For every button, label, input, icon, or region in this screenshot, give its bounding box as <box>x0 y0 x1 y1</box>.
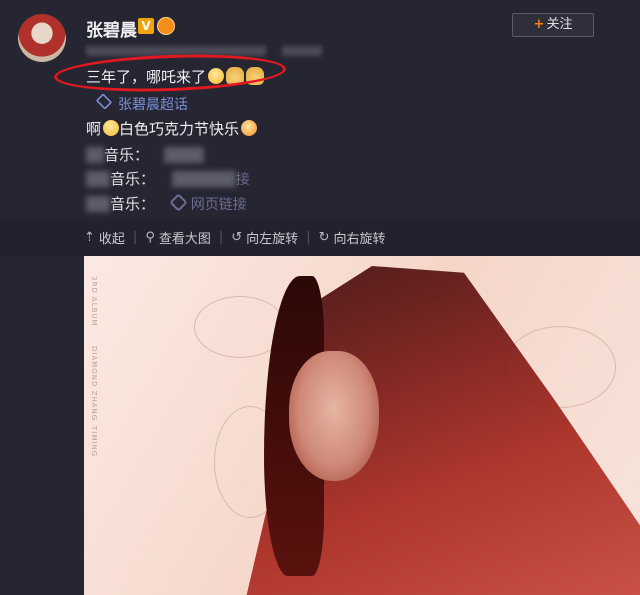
music-link[interactable]: 网页链接 <box>169 193 247 213</box>
arrow-up-icon: ⇡ <box>84 230 95 245</box>
rotate-right-label: 向右旋转 <box>333 232 386 247</box>
toolbar-divider: | <box>218 230 224 245</box>
album-side-text: DIAMOND ZHANG <box>90 346 98 422</box>
super-topic-icon <box>95 93 113 110</box>
view-large-button[interactable]: ⚲ 查看大图 <box>145 228 211 247</box>
music-link-text: 网页链接 <box>190 197 247 213</box>
topic-link[interactable]: 张碧晨超话 <box>95 93 188 114</box>
album-side-text: 3RD ALBUM <box>90 276 98 327</box>
smiling-emoji-icon <box>103 120 120 136</box>
music-label: 音乐： <box>104 146 150 164</box>
magnifier-icon: ⚲ <box>145 230 155 245</box>
blurred-platform-name <box>86 147 104 163</box>
blurred-platform-name <box>86 171 110 187</box>
rotate-right-icon: ↻ <box>318 230 330 245</box>
follow-button[interactable]: + 关注 <box>512 13 594 37</box>
vip-badge-icon <box>157 17 175 35</box>
follow-label: 关注 <box>546 17 573 32</box>
topic-label: 张碧晨超话 <box>118 97 188 113</box>
post-line-2: 啊白色巧克力节快乐 <box>86 118 258 139</box>
highlight-ellipse <box>53 50 287 96</box>
plus-icon: + <box>533 17 545 32</box>
link-icon <box>169 193 188 212</box>
line2-prefix: 啊 <box>86 120 102 138</box>
post-image[interactable]: 3RD ALBUM DIAMOND ZHANG TIMING <box>84 256 640 595</box>
blurred-link <box>163 147 204 163</box>
rotate-right-button[interactable]: ↻ 向右旋转 <box>319 228 386 247</box>
user-name[interactable]: 张碧晨 <box>86 16 137 41</box>
collapse-label: 收起 <box>98 232 125 247</box>
portrait-face <box>289 351 379 481</box>
music-label: 音乐： <box>110 195 156 213</box>
blurred-platform-name <box>86 196 110 212</box>
music-link[interactable]: 接 <box>171 171 250 188</box>
music-line-2: 音乐： 接 <box>86 168 250 189</box>
rotate-left-label: 向左旋转 <box>246 232 299 247</box>
line2-text: 白色巧克力节快乐 <box>119 120 240 138</box>
toolbar-divider: | <box>132 230 138 245</box>
blurred-source <box>282 46 322 56</box>
music-link-text: 接 <box>235 172 250 188</box>
rotate-left-icon: ↺ <box>231 230 243 245</box>
rotate-left-button[interactable]: ↺ 向左旋转 <box>231 228 298 247</box>
user-avatar[interactable] <box>18 14 66 62</box>
music-line-1: 音乐： <box>86 144 204 165</box>
music-line-3: 音乐： 网页链接 <box>86 193 247 214</box>
view-large-label: 查看大图 <box>158 232 211 247</box>
collapse-button[interactable]: ⇡ 收起 <box>84 228 125 247</box>
verified-badge-icon: V <box>138 18 154 34</box>
kiss-emoji-icon <box>241 120 258 136</box>
music-label: 音乐： <box>110 170 156 188</box>
album-side-text: TIMING <box>90 426 98 458</box>
toolbar-divider: | <box>306 230 311 245</box>
image-toolbar: ⇡ 收起 | ⚲ 查看大图 | ↺ 向左旋转 | ↻ 向右旋转 <box>84 228 385 247</box>
blurred-link <box>171 171 236 187</box>
